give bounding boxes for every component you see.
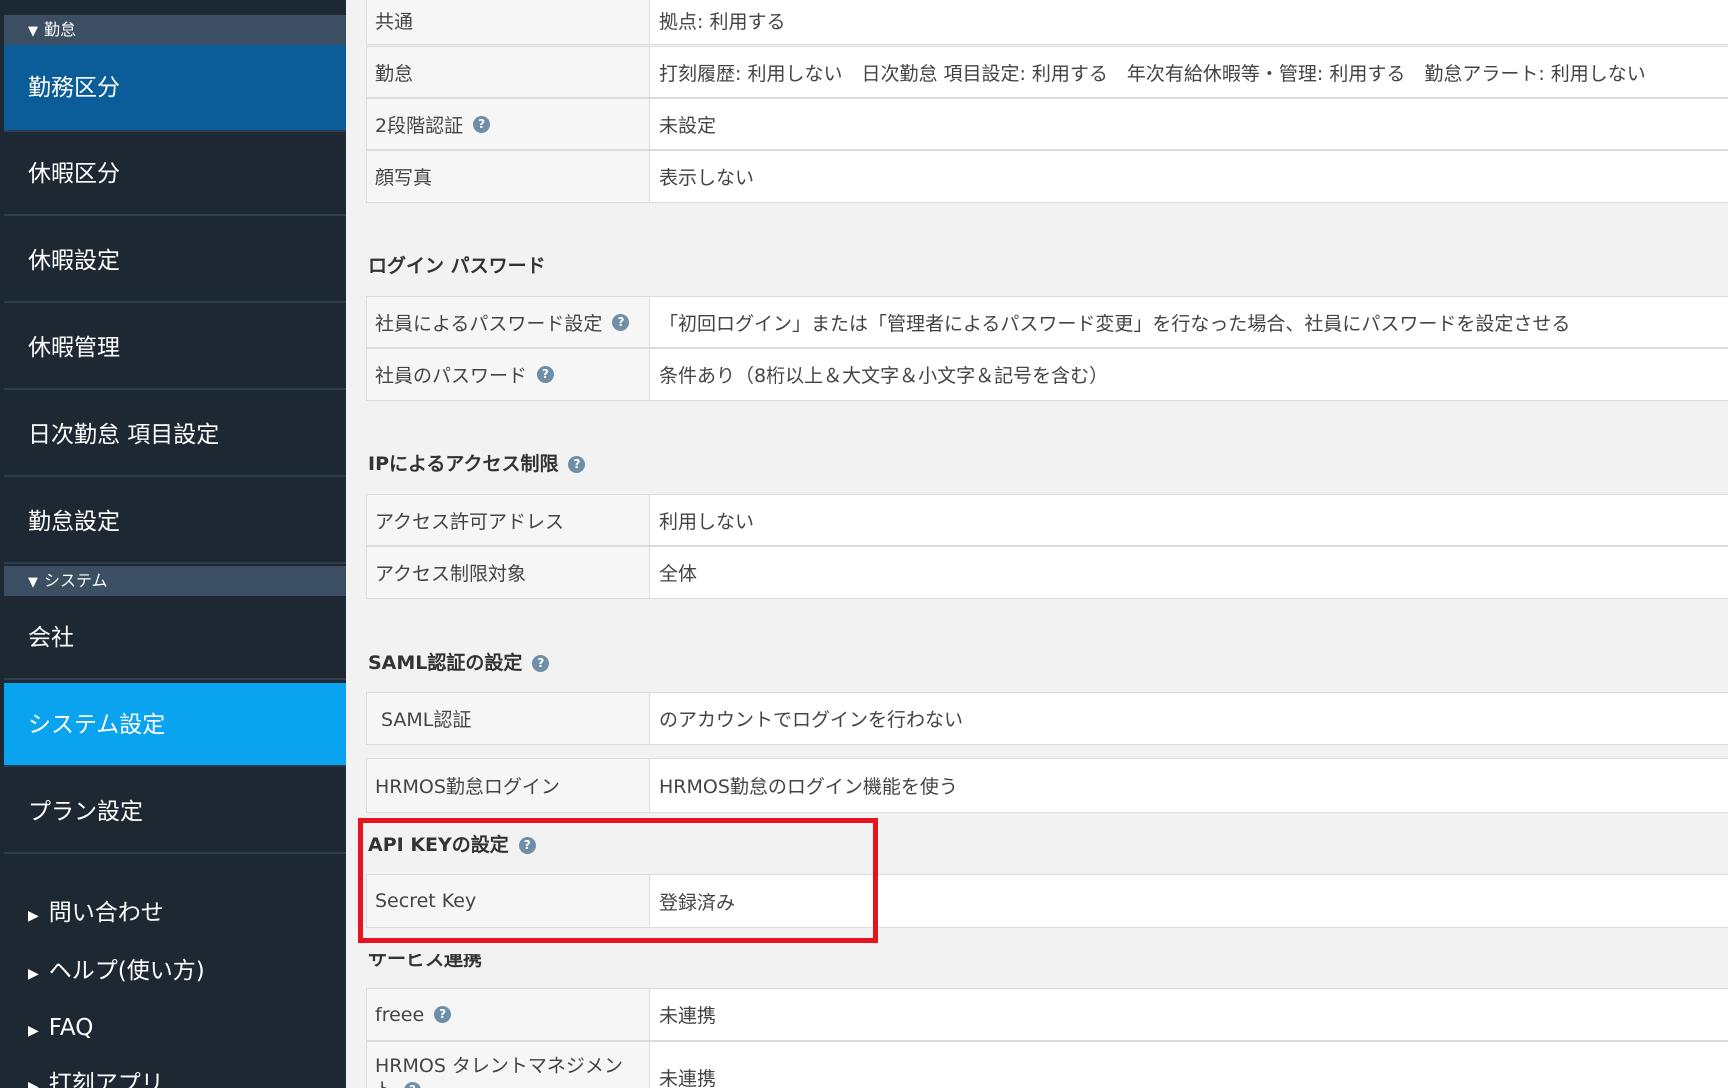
sidebar-item-label: システム設定: [28, 712, 166, 738]
sidebar-item-system-settings[interactable]: システム設定: [4, 683, 346, 767]
sidebar-item-attendance-settings[interactable]: 勤怠設定: [4, 480, 346, 564]
setting-value: 全体: [659, 563, 698, 585]
setting-value: 利用しない: [659, 510, 755, 533]
help-icon[interactable]: ?: [434, 1006, 452, 1023]
sidebar-item-label: 休暇設定: [28, 248, 120, 274]
setting-row-employee-password: 社員のパスワード? 条件あり（8桁以上＆大文字＆小文字＆記号を含む）: [366, 348, 1728, 401]
sidebar-item-leave-settings[interactable]: 休暇設定: [4, 219, 346, 303]
setting-row-access-restriction-target: アクセス制限対象 全体: [366, 546, 1728, 599]
sidebar-item-label: 休暇区分: [28, 161, 120, 187]
setting-key: 共通: [366, 0, 650, 44]
setting-key: 顔写真: [366, 151, 650, 202]
sidebar-section-label: システム: [44, 571, 108, 590]
setting-row-allowed-address: アクセス許可アドレス 利用しない: [366, 494, 1728, 546]
caret-down-icon: ▼: [28, 575, 38, 590]
setting-key-label: freee: [375, 1003, 425, 1026]
setting-key-label: 2段階認証: [375, 114, 464, 137]
help-icon[interactable]: ?: [532, 655, 550, 672]
sidebar-item-plan-settings[interactable]: プラン設定: [4, 770, 346, 854]
setting-key: 社員によるパスワード設定?: [366, 297, 650, 347]
section-title-label: IPによるアクセス制限: [368, 453, 559, 475]
sidebar-section-attendance[interactable]: ▼ 勤怠: [4, 15, 346, 45]
setting-value: のアカウントでログインを行わない: [659, 709, 964, 731]
section-title-service: サービス連携: [368, 948, 483, 970]
setting-row-saml-auth: SAML認証 のアカウントでログインを行わない: [366, 692, 1728, 745]
sidebar-section-label: 勤怠: [44, 20, 77, 39]
setting-key: freee?: [366, 989, 650, 1040]
help-icon[interactable]: ?: [404, 1082, 422, 1088]
caret-right-icon: ▶: [28, 1023, 39, 1039]
setting-value: HRMOS勤怠のログイン機能を使う: [659, 776, 958, 798]
setting-value: 「初回ログイン」または「管理者によるパスワード変更」を行なった場合、社員にパスワ…: [659, 312, 1571, 335]
setting-row-face-photo: 顔写真 表示しない: [366, 150, 1728, 203]
help-icon[interactable]: ?: [612, 313, 630, 331]
sidebar-item-label: 勤務区分: [28, 75, 120, 101]
setting-value: 未連携: [659, 1005, 717, 1027]
sidebar-section-system[interactable]: ▼ システム: [4, 566, 346, 596]
setting-row-employee-password-setting: 社員によるパスワード設定? 「初回ログイン」または「管理者によるパスワード変更」…: [366, 296, 1728, 348]
link-label: ヘルプ(使い方): [48, 958, 205, 984]
section-title-label: SAML認証の設定: [368, 652, 523, 674]
link-label: 打刻アプリ: [48, 1071, 164, 1088]
help-icon[interactable]: ?: [537, 366, 555, 383]
sidebar-item-label: 勤怠設定: [28, 509, 120, 535]
caret-down-icon: ▼: [28, 24, 38, 39]
setting-key-label: 社員によるパスワード設定: [375, 312, 603, 335]
sidebar-item-label: 会社: [28, 625, 74, 651]
setting-key-label: 社員のパスワード: [375, 365, 528, 387]
setting-row-attendance: 勤怠 打刻履歴: 利用しない 日次勤怠 項目設定: 利用する 年次有給休暇等・管…: [366, 46, 1728, 98]
setting-row-secret-key: Secret Key 登録済み: [366, 874, 1728, 928]
setting-key: HRMOS タレントマネジメント?: [366, 1042, 650, 1088]
setting-row-common: 共通 拠点: 利用する: [366, 0, 1728, 45]
section-title-login-password: ログイン パスワード: [368, 255, 546, 277]
caret-right-icon: ▶: [28, 1079, 39, 1088]
help-icon[interactable]: ?: [473, 115, 491, 133]
link-faq[interactable]: ▶ FAQ: [4, 1008, 346, 1048]
system-settings-content: 共通 拠点: 利用する 勤怠 打刻履歴: 利用しない 日次勤怠 項目設定: 利用…: [346, 0, 1728, 1088]
setting-key-label: HRMOS タレントマネジメント?: [375, 1054, 639, 1088]
section-title-label: API KEYの設定: [368, 834, 509, 856]
sidebar: ▼ 勤怠 勤務区分 休暇区分 休暇設定 休暇管理 日次勤怠 項目設定 勤怠設定 ▼…: [0, 0, 346, 1088]
caret-right-icon: ▶: [28, 908, 39, 924]
setting-row-two-factor: 2段階認証? 未設定: [366, 98, 1728, 150]
setting-value: 未連携: [659, 1068, 717, 1088]
setting-value: 打刻履歴: 利用しない 日次勤怠 項目設定: 利用する 年次有給休暇等・管理: …: [659, 62, 1646, 85]
sidebar-item-leave-category[interactable]: 休暇区分: [4, 132, 346, 216]
sidebar-item-leave-management[interactable]: 休暇管理: [4, 306, 346, 390]
sidebar-item-label: 休暇管理: [28, 335, 120, 361]
sidebar-item-label: 日次勤怠 項目設定: [28, 422, 220, 448]
link-contact[interactable]: ▶ 問い合わせ: [4, 893, 346, 933]
help-icon[interactable]: ?: [518, 837, 536, 854]
link-punch-app[interactable]: ▶ 打刻アプリ: [4, 1064, 346, 1088]
setting-key: アクセス許可アドレス: [366, 495, 650, 545]
setting-row-freee: freee? 未連携: [366, 988, 1728, 1041]
setting-row-hrmos-login: HRMOS勤怠ログイン HRMOS勤怠のログイン機能を使う: [366, 758, 1728, 813]
setting-value: 登録済み: [659, 891, 736, 914]
link-help[interactable]: ▶ ヘルプ(使い方): [4, 951, 346, 991]
setting-value: 条件あり（8桁以上＆大文字＆小文字＆記号を含む）: [659, 365, 1109, 387]
sidebar-item-label: プラン設定: [28, 799, 143, 825]
sidebar-item-work-category[interactable]: 勤務区分: [4, 45, 346, 132]
setting-value: 未設定: [659, 114, 717, 137]
setting-key: Secret Key: [366, 875, 650, 927]
link-label: 問い合わせ: [48, 900, 164, 926]
caret-right-icon: ▶: [28, 966, 39, 982]
setting-key: アクセス制限対象: [366, 547, 650, 598]
section-title-ip-access: IPによるアクセス制限?: [368, 449, 586, 476]
section-title-api-key: API KEYの設定?: [368, 830, 536, 857]
section-title-saml: SAML認証の設定?: [368, 648, 550, 675]
link-label: FAQ: [48, 1015, 94, 1041]
sidebar-item-daily-attendance-items[interactable]: 日次勤怠 項目設定: [4, 393, 346, 477]
setting-key: 2段階認証?: [366, 99, 650, 149]
setting-key: HRMOS勤怠ログイン: [366, 759, 650, 812]
help-icon[interactable]: ?: [568, 456, 586, 473]
setting-key: SAML認証: [366, 693, 650, 744]
sidebar-item-company[interactable]: 会社: [4, 596, 346, 680]
setting-row-hrmos-talent: HRMOS タレントマネジメント? 未連携: [366, 1041, 1728, 1088]
setting-value: 表示しない: [659, 167, 755, 189]
setting-key: 勤怠: [366, 47, 650, 97]
setting-key: 社員のパスワード?: [366, 349, 650, 400]
setting-value: 拠点: 利用する: [659, 10, 786, 33]
